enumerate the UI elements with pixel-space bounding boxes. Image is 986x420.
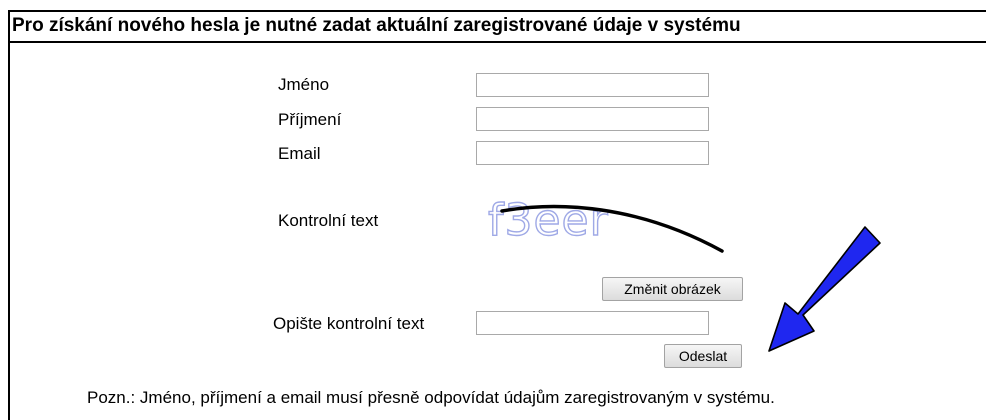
captcha-text: f3eer	[488, 195, 609, 246]
first-name-input[interactable]	[476, 73, 709, 97]
footer-note: Pozn.: Jméno, příjmení a email musí přes…	[87, 388, 775, 407]
annotation-arrow-icon	[768, 226, 881, 352]
email-input[interactable]	[476, 141, 709, 165]
change-image-button[interactable]: Změnit obrázek	[602, 277, 743, 301]
email-label: Email	[278, 144, 321, 163]
captcha-image: f3eer	[488, 194, 724, 253]
submit-button[interactable]: Odeslat	[664, 344, 742, 368]
first-name-label: Jméno	[278, 75, 330, 94]
copy-captcha-label: Opište kontrolní text	[273, 314, 425, 333]
last-name-input[interactable]	[476, 107, 709, 131]
captcha-label: Kontrolní text	[278, 211, 379, 230]
captcha-answer-input[interactable]	[476, 311, 709, 335]
last-name-label: Příjmení	[278, 110, 342, 129]
page-heading: Pro získání nového hesla je nutné zadat …	[10, 12, 986, 43]
